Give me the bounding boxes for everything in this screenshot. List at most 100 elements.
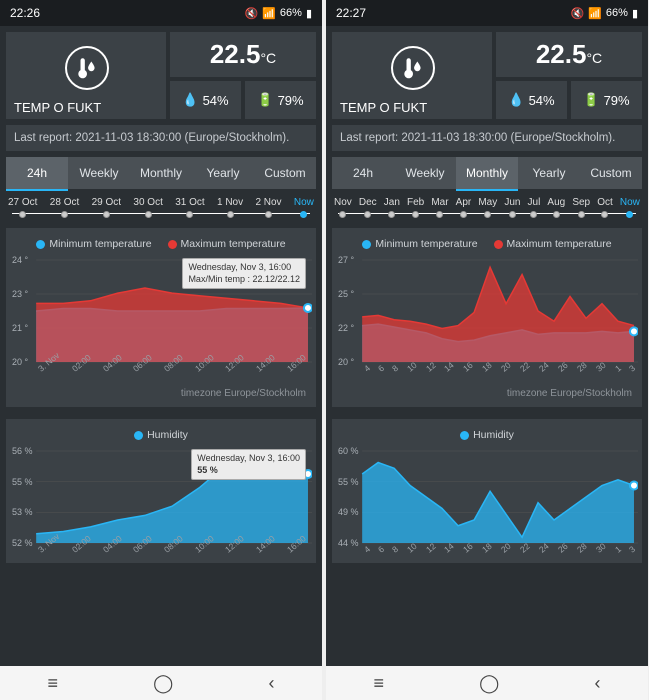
last-report-text: Last report: 2021-11-03 18:30:00 (Europe… (6, 125, 316, 151)
date-item[interactable]: Dec (359, 197, 377, 218)
max-temp-dot (168, 240, 177, 249)
device-battery-value: 79% (604, 93, 630, 108)
temperature-box[interactable]: 22.5°C (496, 32, 642, 77)
back-button[interactable]: ‹ (594, 673, 600, 694)
date-item[interactable]: Mar (431, 197, 448, 218)
home-button[interactable]: ◯ (153, 673, 173, 694)
timezone-label: timezone Europe/Stockholm (336, 376, 638, 401)
battery-box[interactable]: 🔋 79% (245, 81, 316, 119)
tab-24h[interactable]: 24h (6, 157, 68, 189)
status-bar: 22:27 🔇 📶 66% ▮ (326, 0, 648, 26)
date-selector[interactable]: Nov Dec Jan Feb Mar Apr May Jun Jul Aug Sep Oct Now (326, 189, 648, 222)
humidity-chart[interactable]: 44 %49 %55 %60 % (336, 447, 638, 547)
humidity-label: Humidity (473, 429, 514, 441)
tab-weekly[interactable]: Weekly (394, 157, 456, 189)
device-summary: TEMP O FUKT 22.5°C 💧 54% 🔋 79% (0, 26, 322, 125)
temp-x-labels: 3. Nov02:0004:0006:0008:0010:0012:0014:0… (10, 366, 312, 376)
tab-custom[interactable]: Custom (580, 157, 642, 189)
tab-custom[interactable]: Custom (254, 157, 316, 189)
tooltip-value: 55 % (197, 465, 218, 475)
date-item[interactable]: May (478, 197, 497, 218)
date-item[interactable]: Now (294, 197, 314, 218)
home-button[interactable]: ◯ (479, 673, 499, 694)
hum-legend: Humidity (336, 429, 638, 441)
battery-icon: ▮ (306, 7, 312, 20)
temp-legend: Minimum temperature Maximum temperature (336, 238, 638, 250)
tab-weekly[interactable]: Weekly (68, 157, 130, 189)
humidity-chart-block: Humidity Wednesday, Nov 3, 16:00 55 % 52… (6, 419, 316, 563)
hum-x-labels: 468101214161820222426283013 (336, 547, 638, 557)
date-item[interactable]: 2 Nov (255, 197, 281, 218)
droplet-icon: 💧 (182, 92, 198, 108)
date-item[interactable]: Apr (456, 197, 472, 218)
temp-unit: °C (586, 50, 602, 66)
recents-button[interactable]: ≡ (374, 673, 385, 694)
date-item[interactable]: 31 Oct (175, 197, 204, 218)
clock: 22:27 (336, 6, 366, 20)
last-report-text: Last report: 2021-11-03 18:30:00 (Europe… (332, 125, 642, 151)
temperature-box[interactable]: 22.5°C (170, 32, 316, 77)
temp-unit: °C (260, 50, 276, 66)
status-icons: 🔇 📶 66% ▮ (245, 7, 313, 20)
date-item[interactable]: 27 Oct (8, 197, 37, 218)
phone-screen-right: 22:27 🔇 📶 66% ▮ TEMP O FUKT 22.5°C 💧 54% (326, 0, 648, 700)
min-temp-dot (36, 240, 45, 249)
device-card[interactable]: TEMP O FUKT (6, 32, 166, 119)
android-navbar: ≡ ◯ ‹ (326, 666, 648, 700)
temperature-chart-block: Minimum temperature Maximum temperature … (332, 228, 642, 407)
max-temp-dot (494, 240, 503, 249)
date-item[interactable]: Sep (572, 197, 590, 218)
humidity-dot (460, 431, 469, 440)
back-button[interactable]: ‹ (268, 673, 274, 694)
date-item[interactable]: 29 Oct (92, 197, 121, 218)
temp-legend: Minimum temperature Maximum temperature (10, 238, 312, 250)
phone-screen-left: 22:26 🔇 📶 66% ▮ TEMP O FUKT 22.5°C 💧 54% (0, 0, 322, 700)
range-tabs: 24h Weekly Monthly Yearly Custom (6, 157, 316, 189)
temperature-chart[interactable]: 20 °22 °25 °27 ° (336, 256, 638, 366)
date-item[interactable]: Jul (528, 197, 541, 218)
date-item[interactable]: Now (620, 197, 640, 218)
humidity-box[interactable]: 💧 54% (170, 81, 241, 119)
tab-yearly[interactable]: Yearly (518, 157, 580, 189)
device-name: TEMP O FUKT (14, 100, 160, 115)
recents-button[interactable]: ≡ (48, 673, 59, 694)
thermometer-humidity-icon (65, 46, 109, 90)
battery-pct: 66% (280, 7, 302, 19)
date-selector[interactable]: 27 Oct 28 Oct 29 Oct 30 Oct 31 Oct 1 Nov 2 Nov… (0, 189, 322, 222)
humidity-value: 54% (203, 93, 229, 108)
date-item[interactable]: 28 Oct (50, 197, 79, 218)
battery-pct: 66% (606, 7, 628, 19)
battery-box[interactable]: 🔋 79% (571, 81, 642, 119)
tab-monthly[interactable]: Monthly (130, 157, 192, 189)
tab-monthly[interactable]: Monthly (456, 157, 518, 189)
stats-column: 22.5°C 💧 54% 🔋 79% (496, 32, 642, 119)
tab-24h[interactable]: 24h (332, 157, 394, 189)
device-name: TEMP O FUKT (340, 100, 486, 115)
humidity-box[interactable]: 💧 54% (496, 81, 567, 119)
humidity-label: Humidity (147, 429, 188, 441)
max-temp-label: Maximum temperature (181, 238, 286, 250)
min-temp-dot (362, 240, 371, 249)
tooltip-title: Wednesday, Nov 3, 16:00 (197, 453, 300, 465)
date-item[interactable]: Feb (407, 197, 424, 218)
tab-yearly[interactable]: Yearly (192, 157, 254, 189)
date-item[interactable]: Nov (334, 197, 352, 218)
date-item[interactable]: 1 Nov (217, 197, 243, 218)
max-temp-label: Maximum temperature (507, 238, 612, 250)
date-item[interactable]: 30 Oct (133, 197, 162, 218)
droplet-icon: 💧 (508, 92, 524, 108)
clock: 22:26 (10, 6, 40, 20)
humidity-dot (134, 431, 143, 440)
range-tabs: 24h Weekly Monthly Yearly Custom (332, 157, 642, 189)
date-item[interactable]: Oct (597, 197, 613, 218)
temp-value: 22.5 (210, 39, 261, 69)
date-item[interactable]: Jun (504, 197, 520, 218)
temp-x-labels: 468101214161820222426283013 (336, 366, 638, 376)
thermometer-humidity-icon (391, 46, 435, 90)
mute-icon: 🔇 (245, 7, 259, 20)
temp-value: 22.5 (536, 39, 587, 69)
hum-x-labels: 3. Nov02:0004:0006:0008:0010:0012:0014:0… (10, 547, 312, 557)
date-item[interactable]: Aug (547, 197, 565, 218)
device-card[interactable]: TEMP O FUKT (332, 32, 492, 119)
date-item[interactable]: Jan (384, 197, 400, 218)
